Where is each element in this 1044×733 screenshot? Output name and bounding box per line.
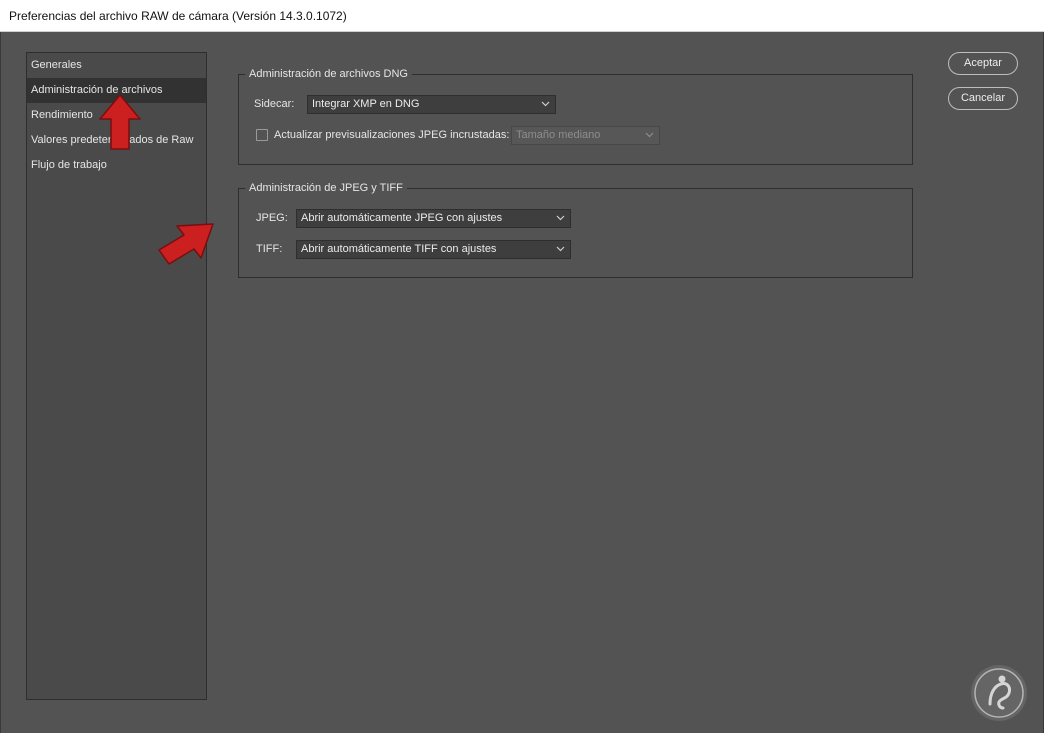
ok-button[interactable]: Aceptar <box>948 52 1018 75</box>
jpeg-handling-select-value: Abrir automáticamente JPEG con ajustes <box>301 212 503 224</box>
jpeg-label: JPEG: <box>256 212 288 224</box>
sidecar-label: Sidecar: <box>254 98 295 110</box>
update-previews-label: Actualizar previsualizaciones JPEG incru… <box>274 129 510 141</box>
cancel-button[interactable]: Cancelar <box>948 87 1018 110</box>
tiff-handling-select-value: Abrir automáticamente TIFF con ajustes <box>301 243 497 255</box>
jpeg-tiff-group-title: Administración de JPEG y TIFF <box>245 181 407 195</box>
preview-size-select-value: Tamaño mediano <box>516 129 601 141</box>
update-previews-checkbox[interactable] <box>256 129 268 141</box>
preview-size-select: Tamaño mediano <box>511 126 660 145</box>
window-title: Preferencias del archivo RAW de cámara (… <box>9 9 347 23</box>
tiff-label: TIFF: <box>256 243 283 255</box>
sidebar-item-label: Administración de archivos <box>31 84 163 96</box>
sidebar-item-flujo-de-trabajo[interactable]: Flujo de trabajo <box>27 153 206 178</box>
annotation-arrow-right-icon <box>158 223 214 265</box>
tiff-handling-select[interactable]: Abrir automáticamente TIFF con ajustes <box>296 240 571 259</box>
chevron-down-icon <box>645 132 654 138</box>
window-border-left <box>0 32 1 733</box>
sidebar-item-label: Flujo de trabajo <box>31 159 107 171</box>
jpeg-handling-select[interactable]: Abrir automáticamente JPEG con ajustes <box>296 209 571 228</box>
sidebar-item-generales[interactable]: Generales <box>27 53 206 78</box>
sidebar-item-label: Generales <box>31 59 82 71</box>
watermark-logo-icon <box>971 665 1027 721</box>
sidebar-item-label: Rendimiento <box>31 109 93 121</box>
chevron-down-icon <box>556 246 565 252</box>
jpeg-tiff-group: Administración de JPEG y TIFF JPEG: Abri… <box>238 181 913 278</box>
dng-group-title: Administración de archivos DNG <box>245 67 412 81</box>
chevron-down-icon <box>541 101 550 107</box>
annotation-arrow-up-icon <box>99 94 141 150</box>
title-bar: Preferencias del archivo RAW de cámara (… <box>0 0 1044 32</box>
sidecar-select-value: Integrar XMP en DNG <box>312 98 420 110</box>
dng-group: Administración de archivos DNG Sidecar: … <box>238 67 913 165</box>
sidecar-select[interactable]: Integrar XMP en DNG <box>307 95 556 114</box>
chevron-down-icon <box>556 215 565 221</box>
